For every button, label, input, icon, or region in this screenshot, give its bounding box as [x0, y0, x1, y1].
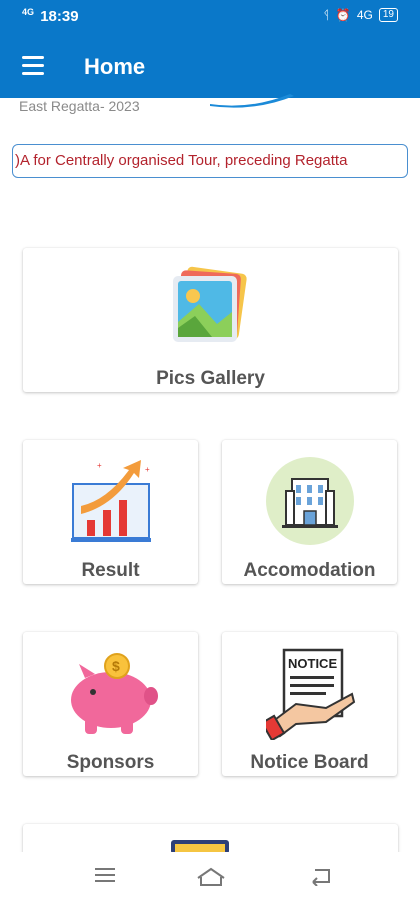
sponsors-card[interactable]: $ Sponsors: [23, 632, 198, 776]
pics-gallery-label: Pics Gallery: [156, 368, 265, 389]
clock: 18:39: [40, 8, 79, 25]
gallery-icon: [173, 266, 247, 342]
sponsors-label: Sponsors: [66, 752, 155, 773]
pics-gallery-card[interactable]: Pics Gallery: [23, 248, 398, 392]
news-ticker[interactable]: )A for Centrally organised Tour, precedi…: [12, 144, 408, 178]
status-bar: 4G 18:39 ᛩ ⏰ 4G 19: [0, 0, 420, 34]
system-nav-bar: [0, 852, 420, 900]
menu-lines-icon[interactable]: [95, 866, 117, 884]
status-right: ᛩ ⏰ 4G 19: [323, 8, 398, 22]
result-card[interactable]: + + Result: [23, 440, 198, 584]
result-label: Result: [81, 560, 140, 581]
ticker-text: )A for Centrally organised Tour, precedi…: [15, 152, 348, 169]
piggy-bank-icon: $: [71, 653, 158, 734]
notice-board-label: Notice Board: [250, 752, 369, 773]
svg-text:$: $: [112, 658, 120, 674]
signal-label: 4G: [356, 8, 373, 22]
building-icon: [266, 457, 354, 545]
banner-subtitle: East Regatta- 2023: [19, 98, 140, 114]
accommodation-label: Accomodation: [243, 560, 376, 581]
notice-icon-text: NOTICE: [288, 656, 337, 671]
app-bar: Home: [0, 34, 420, 98]
status-left: 4G 18:39: [22, 7, 79, 26]
notice-board-card[interactable]: NOTICE Notice Board: [222, 632, 397, 776]
chart-growth-icon: + +: [71, 460, 151, 542]
battery-icon: 19: [378, 8, 398, 22]
back-icon[interactable]: [309, 866, 333, 886]
svg-text:+: +: [145, 465, 150, 474]
network-indicator: 4G: [22, 7, 35, 17]
accommodation-card[interactable]: Accomodation: [222, 440, 397, 584]
bluetooth-icon: ᛩ: [322, 8, 330, 22]
banner-swoosh-graphic: [210, 94, 294, 108]
alarm-icon: ⏰: [335, 8, 351, 22]
page-title: Home: [84, 54, 146, 79]
hamburger-icon[interactable]: [22, 56, 44, 75]
home-icon[interactable]: [196, 866, 226, 888]
svg-text:+: +: [97, 461, 102, 470]
notice-icon: NOTICE: [266, 648, 356, 740]
